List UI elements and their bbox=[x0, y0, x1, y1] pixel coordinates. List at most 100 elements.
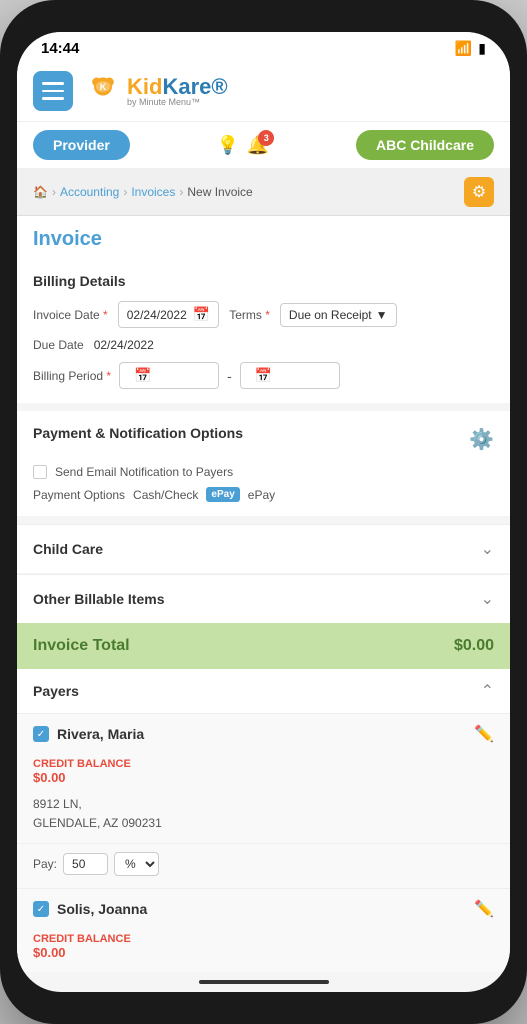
invoice-date-input[interactable]: 02/24/2022 📅 bbox=[118, 301, 220, 328]
payer-row-1: ✓ Rivera, Maria ✏️ bbox=[17, 714, 510, 754]
invoice-date-label: Invoice Date * bbox=[33, 308, 108, 322]
logo-kare: Kare bbox=[162, 74, 211, 99]
notification-badge: 3 bbox=[258, 130, 274, 146]
payer-1-pay-unit[interactable]: % $ bbox=[114, 852, 159, 876]
terms-chevron: ▼ bbox=[376, 308, 388, 322]
nav-bar: Provider 💡 🔔 3 ABC Childcare bbox=[17, 122, 510, 169]
other-billable-label: Other Billable Items bbox=[33, 591, 164, 607]
svg-text:K: K bbox=[100, 82, 107, 92]
breadcrumb-home[interactable]: 🏠 bbox=[33, 185, 48, 199]
terms-value: Due on Receipt bbox=[289, 308, 372, 322]
due-date-label: Due Date bbox=[33, 338, 84, 352]
send-email-checkbox[interactable] bbox=[33, 465, 47, 479]
breadcrumb: 🏠 › Accounting › Invoices › New Invoice bbox=[33, 185, 253, 199]
wifi-icon: 📶 bbox=[455, 40, 472, 57]
required-star: * bbox=[103, 308, 108, 322]
send-email-label: Send Email Notification to Payers bbox=[55, 465, 233, 479]
notification-wrapper[interactable]: 🔔 3 bbox=[247, 135, 269, 156]
gear-icon: ⚙ bbox=[472, 182, 486, 202]
payer-1-checkbox[interactable]: ✓ bbox=[33, 726, 49, 742]
payment-title: Payment & Notification Options bbox=[33, 425, 243, 441]
home-indicator bbox=[199, 980, 329, 984]
payer-1-name: Rivera, Maria bbox=[57, 726, 144, 742]
breadcrumb-invoices[interactable]: Invoices bbox=[131, 185, 175, 199]
logo-kid: Kid bbox=[127, 74, 162, 99]
childcare-button[interactable]: ABC Childcare bbox=[356, 130, 494, 160]
payers-chevron-up: ⌃ bbox=[481, 681, 494, 701]
nav-left: Provider bbox=[33, 130, 130, 160]
billing-period-row: Billing Period * 📅 - 📅 bbox=[33, 362, 494, 389]
calendar-icon: 📅 bbox=[193, 306, 210, 323]
payers-title: Payers bbox=[33, 683, 79, 699]
terms-label: Terms * bbox=[229, 308, 270, 322]
breadcrumb-current: New Invoice bbox=[187, 185, 252, 199]
period-start-cal-icon: 📅 bbox=[134, 367, 151, 384]
menu-button[interactable] bbox=[33, 71, 73, 111]
phone-frame: 14:44 📶 ▮ K bbox=[0, 0, 527, 1024]
payer-2-name: Solis, Joanna bbox=[57, 901, 147, 917]
breadcrumb-bar: 🏠 › Accounting › Invoices › New Invoice … bbox=[17, 169, 510, 216]
menu-line-2 bbox=[42, 90, 64, 93]
icon-area: 💡 🔔 3 bbox=[216, 135, 269, 156]
billing-period-start[interactable]: 📅 bbox=[119, 362, 219, 389]
menu-line-3 bbox=[42, 97, 64, 100]
payer-row-2: ✓ Solis, Joanna ✏️ bbox=[17, 889, 510, 929]
logo-area: K KidKare® by Minute Menu™ bbox=[85, 73, 228, 109]
app-header: K KidKare® by Minute Menu™ bbox=[17, 61, 510, 122]
billing-period-end[interactable]: 📅 bbox=[240, 362, 340, 389]
logo-sub: by Minute Menu™ bbox=[127, 98, 228, 107]
logo-text: KidKare® by Minute Menu™ bbox=[127, 76, 228, 107]
payer-2-edit-icon[interactable]: ✏️ bbox=[474, 899, 494, 919]
payer-card-1: ✓ Rivera, Maria ✏️ CREDIT BALANCE $0.00 … bbox=[17, 714, 510, 889]
epay-label-text: ePay bbox=[248, 488, 275, 502]
invoice-total-bar: Invoice Total $0.00 bbox=[17, 623, 510, 669]
phone-screen: 14:44 📶 ▮ K bbox=[17, 32, 510, 992]
settings-button[interactable]: ⚙ bbox=[464, 177, 494, 207]
payer-1-pay-input[interactable] bbox=[63, 853, 108, 875]
payment-options-label: Payment Options bbox=[33, 488, 125, 502]
billing-period-label: Billing Period * bbox=[33, 369, 111, 383]
other-billable-row[interactable]: Other Billable Items ⌄ bbox=[17, 574, 510, 623]
payer-1-credit-label: CREDIT BALANCE bbox=[17, 754, 510, 770]
invoice-date-row: Invoice Date * 02/24/2022 📅 Terms * Due … bbox=[33, 301, 494, 328]
child-care-chevron: ⌄ bbox=[481, 539, 494, 559]
period-end-cal-icon: 📅 bbox=[255, 367, 272, 384]
billing-period-required: * bbox=[106, 369, 111, 383]
period-dash: - bbox=[227, 368, 232, 384]
breadcrumb-sep-2: › bbox=[123, 185, 127, 199]
epay-badge[interactable]: ePay bbox=[206, 487, 239, 502]
invoice-title: Invoice bbox=[17, 216, 510, 259]
payer-1-edit-icon[interactable]: ✏️ bbox=[474, 724, 494, 744]
payment-options-row: Payment Options Cash/Check ePay ePay bbox=[33, 487, 494, 502]
status-time: 14:44 bbox=[41, 40, 79, 57]
payers-section: Payers ⌃ ✓ Rivera, Maria ✏️ CREDIT BALAN… bbox=[17, 669, 510, 972]
breadcrumb-accounting[interactable]: Accounting bbox=[60, 185, 119, 199]
payer-2-checkbox[interactable]: ✓ bbox=[33, 901, 49, 917]
status-bar: 14:44 📶 ▮ bbox=[17, 32, 510, 61]
payers-header: Payers ⌃ bbox=[17, 669, 510, 714]
logo-main: KidKare® bbox=[127, 76, 228, 98]
other-billable-chevron: ⌄ bbox=[481, 589, 494, 609]
child-care-row[interactable]: Child Care ⌄ bbox=[17, 524, 510, 573]
bulb-icon[interactable]: 💡 bbox=[216, 135, 238, 156]
logo-icon: K bbox=[85, 73, 121, 109]
payer-1-pay-row: Pay: % $ bbox=[17, 843, 510, 888]
invoice-total-amount: $0.00 bbox=[454, 637, 494, 655]
main-content: Invoice Billing Details Invoice Date * 0… bbox=[17, 216, 510, 972]
payment-cash-check: Cash/Check bbox=[133, 488, 198, 502]
billing-details-title: Billing Details bbox=[33, 273, 494, 289]
payer-1-address: 8912 LN,GLENDALE, AZ 090231 bbox=[17, 791, 510, 843]
breadcrumb-sep-3: › bbox=[179, 185, 183, 199]
payer-1-pay-label: Pay: bbox=[33, 857, 57, 871]
provider-button[interactable]: Provider bbox=[33, 130, 130, 160]
payment-options-icon: ⚙️ bbox=[469, 427, 494, 452]
battery-icon: ▮ bbox=[478, 40, 486, 57]
due-date-value: 02/24/2022 bbox=[94, 338, 154, 352]
payment-header: Payment & Notification Options ⚙️ bbox=[33, 425, 494, 453]
payer-1-left: ✓ Rivera, Maria bbox=[33, 726, 144, 742]
terms-select[interactable]: Due on Receipt ▼ bbox=[280, 303, 397, 327]
payer-2-address: 93023 MAIN STREETATLANTA, GA 2903 bbox=[17, 966, 510, 972]
payment-section: Payment & Notification Options ⚙️ Send E… bbox=[17, 411, 510, 516]
payer-card-2: ✓ Solis, Joanna ✏️ CREDIT BALANCE $0.00 … bbox=[17, 889, 510, 972]
payer-2-credit-amount: $0.00 bbox=[17, 945, 510, 966]
